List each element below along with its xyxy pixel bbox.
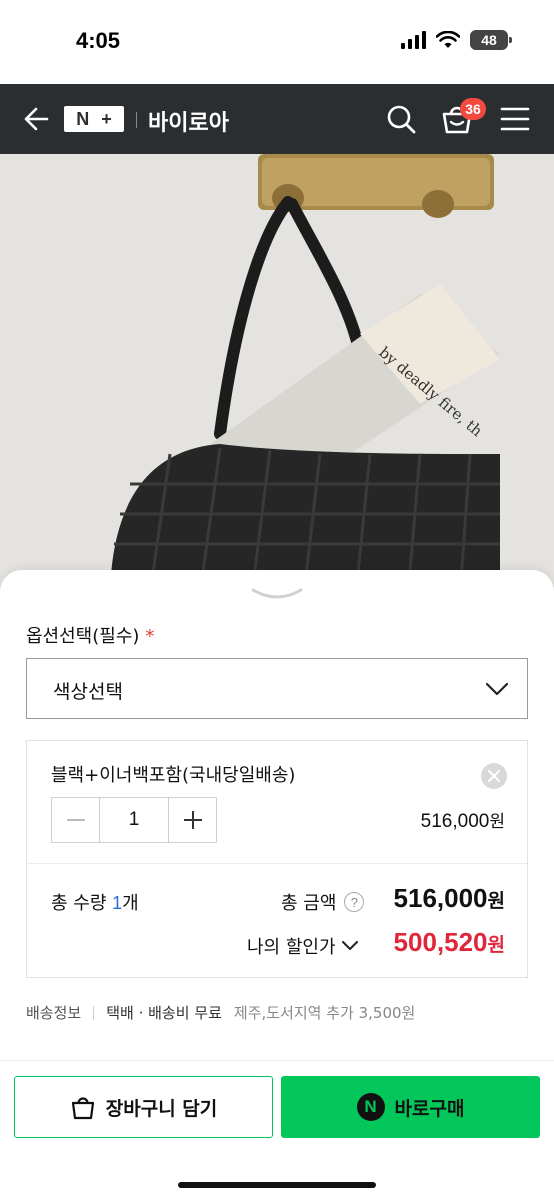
shipping-label: 배송정보	[26, 1004, 82, 1022]
total-price-label: 총 금액 ?	[281, 889, 365, 915]
my-discount-price-toggle[interactable]: 나의 할인가	[247, 933, 358, 959]
select-label: 색상선택	[53, 681, 123, 703]
item-price-currency: 원	[489, 812, 505, 832]
shipping-method: 택배 · 배송비 무료	[106, 1004, 222, 1022]
wifi-icon	[436, 31, 460, 48]
selected-item-name: 블랙+이너백포함(국내당일배송)	[51, 765, 296, 786]
discount-price-currency: 원	[487, 934, 505, 956]
home-indicator	[178, 1182, 376, 1188]
shipping-info: 배송정보 택배 · 배송비 무료 제주,도서지역 추가 3,500원	[26, 1002, 415, 1023]
buy-now-button[interactable]: N 바로구매	[281, 1076, 540, 1138]
quantity-decrease-button[interactable]	[52, 798, 100, 842]
search-icon[interactable]	[386, 104, 416, 134]
chevron-down-icon	[485, 682, 509, 696]
hamburger-menu-icon[interactable]	[500, 106, 530, 132]
option-title-text: 옵션선택(필수)	[26, 626, 140, 647]
total-quantity-unit: 개	[122, 893, 139, 914]
quantity-value[interactable]: 1	[100, 798, 168, 842]
cellular-signal-icon	[401, 31, 426, 49]
header-divider	[136, 112, 137, 128]
naver-plus-logo[interactable]: N+	[64, 106, 124, 132]
summary-divider	[27, 863, 527, 864]
selected-option-card: 블랙+이너백포함(국내당일배송) 1 516,000원 총 수량 1개 총 금액…	[26, 740, 528, 978]
naver-pay-icon: N	[356, 1093, 385, 1121]
add-to-cart-label: 장바구니 담기	[105, 1097, 218, 1120]
status-bar: 4:05 48	[0, 0, 554, 84]
minus-icon	[66, 819, 85, 821]
logo-text: N+	[76, 108, 124, 129]
add-to-cart-button[interactable]: 장바구니 담기	[14, 1076, 273, 1138]
product-photo-illustration: by deadly fire, th	[0, 154, 554, 594]
back-arrow-icon[interactable]	[20, 104, 50, 134]
total-price-currency: 원	[487, 890, 505, 912]
total-price-label-text: 총 금액	[281, 893, 337, 914]
total-quantity-value: 1	[112, 893, 123, 913]
cart-count-badge: 36	[460, 98, 486, 120]
store-name[interactable]: 바이로아	[148, 105, 229, 137]
total-price: 516,000원	[394, 883, 505, 914]
buy-now-label: 바로구매	[394, 1097, 465, 1120]
shipping-extra-fee: 제주,도서지역 추가 3,500원	[233, 1004, 416, 1022]
total-price-value: 516,000	[393, 883, 488, 913]
close-icon	[488, 770, 500, 782]
quantity-stepper: 1	[51, 797, 217, 843]
footer-divider	[0, 1060, 554, 1061]
total-quantity-prefix: 총 수량	[51, 893, 113, 914]
collapse-handle-icon[interactable]	[249, 586, 305, 606]
chevron-down-icon	[341, 941, 358, 950]
status-icons: 48	[401, 30, 512, 50]
shopping-bag-icon	[71, 1097, 94, 1120]
option-bottom-sheet: 옵션선택(필수) * 색상선택 블랙+이너백포함(국내당일배송) 1 516,00…	[0, 570, 554, 1200]
discount-price-value: 500,520	[393, 927, 488, 957]
total-quantity: 총 수량 1개	[51, 889, 139, 915]
item-price: 516,000원	[421, 807, 505, 833]
quantity-increase-button[interactable]	[168, 798, 216, 842]
shipping-separator	[93, 1005, 95, 1020]
help-icon[interactable]: ?	[344, 892, 365, 912]
plus-icon	[183, 811, 202, 829]
status-time: 4:05	[76, 28, 121, 53]
discount-price: 500,520원	[394, 927, 505, 958]
option-section-title: 옵션선택(필수) *	[26, 622, 154, 648]
item-price-value: 516,000	[420, 811, 490, 832]
discount-label-text: 나의 할인가	[247, 937, 336, 958]
color-select-dropdown[interactable]: 색상선택	[26, 658, 528, 719]
product-image[interactable]: by deadly fire, th	[0, 154, 554, 594]
app-header: N+ 바이로아 36	[0, 84, 554, 154]
battery-icon: 48	[470, 30, 512, 50]
required-mark: *	[145, 626, 155, 647]
remove-option-button[interactable]	[481, 763, 507, 789]
